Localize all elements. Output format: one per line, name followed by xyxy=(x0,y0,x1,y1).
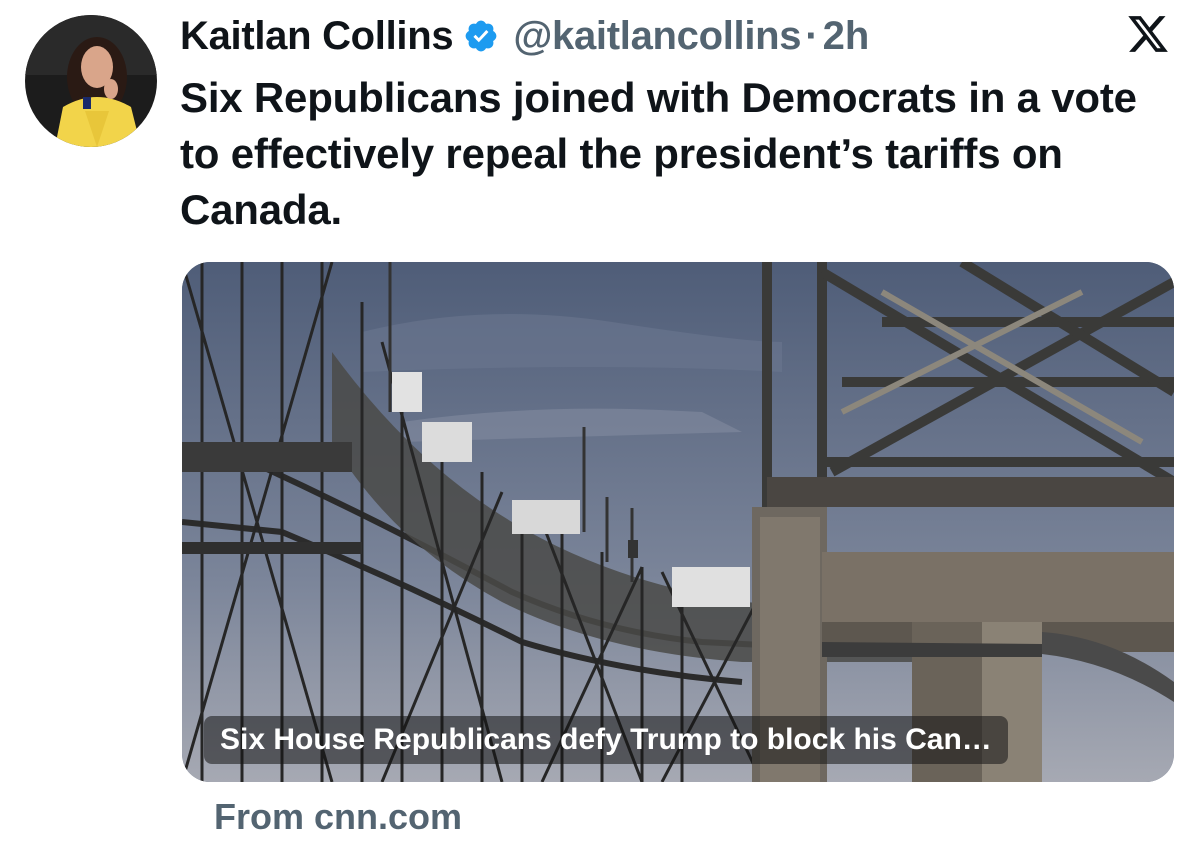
avatar[interactable] xyxy=(25,15,157,147)
link-card-source[interactable]: From cnn.com xyxy=(214,796,462,838)
link-card-title: Six House Republicans defy Trump to bloc… xyxy=(204,716,1008,764)
bridge-photo xyxy=(182,262,1174,782)
timestamp[interactable]: 2h xyxy=(823,14,870,59)
verified-badge-icon xyxy=(463,18,499,54)
link-card[interactable]: Six House Republicans defy Trump to bloc… xyxy=(182,262,1174,782)
tweet-text: Six Republicans joined with Democrats in… xyxy=(180,74,1137,233)
x-logo-icon[interactable] xyxy=(1126,12,1170,56)
separator-dot: · xyxy=(805,13,819,58)
tweet: Kaitlan Collins @kaitlancollins · 2h Six… xyxy=(0,0,1200,853)
tweet-header: Kaitlan Collins @kaitlancollins · 2h xyxy=(180,10,869,62)
handle[interactable]: @kaitlancollins xyxy=(513,14,801,59)
display-name[interactable]: Kaitlan Collins xyxy=(180,14,454,59)
